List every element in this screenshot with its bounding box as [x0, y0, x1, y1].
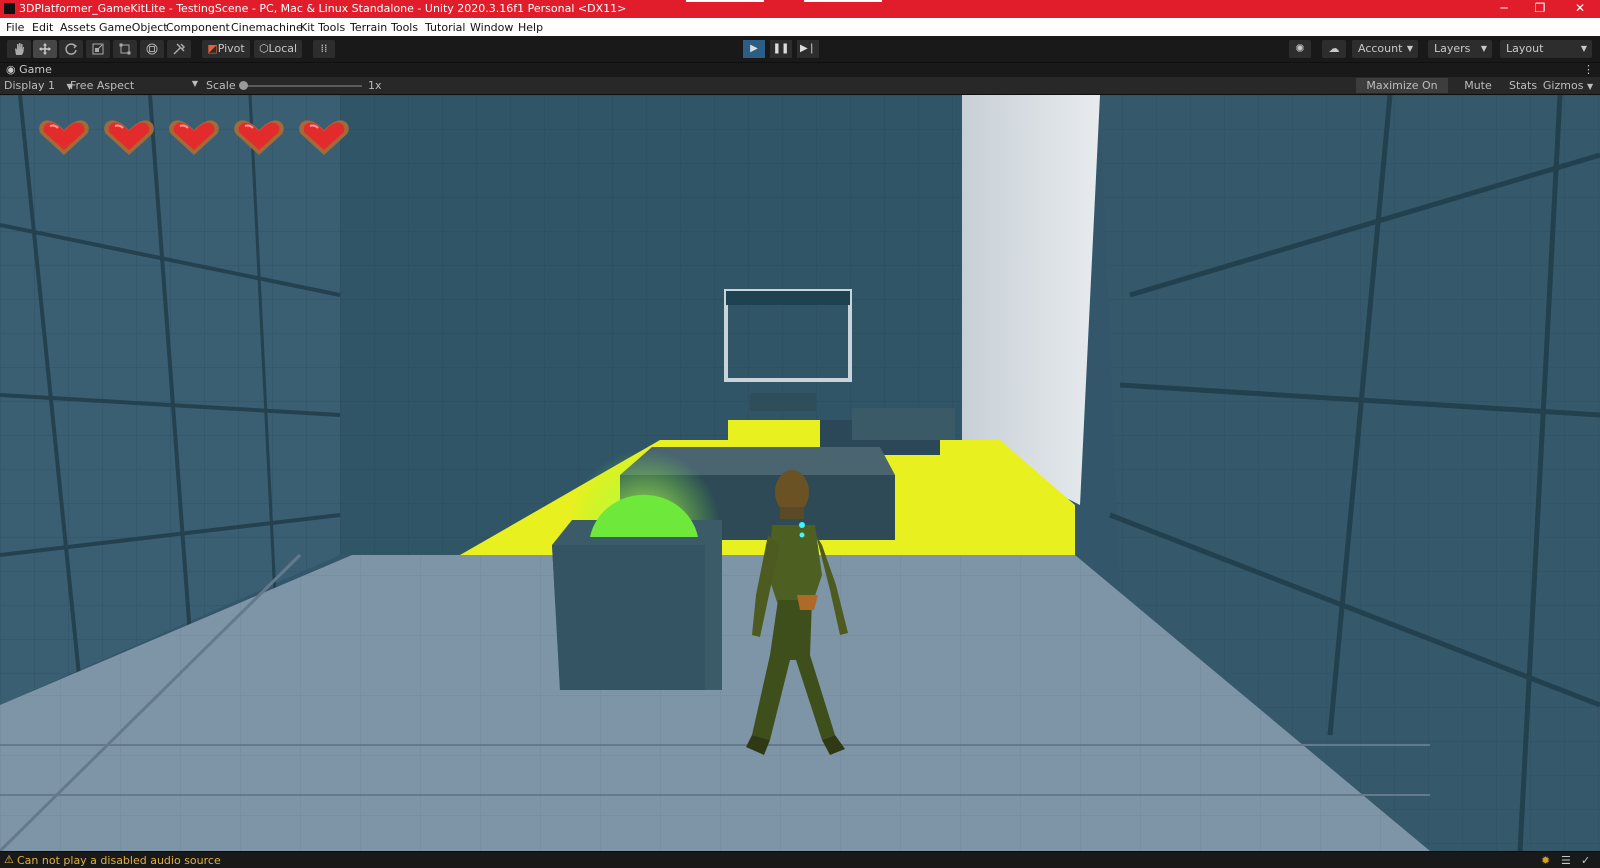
local-space-icon: ⬡	[258, 42, 269, 55]
menu-kit-tools[interactable]: Kit Tools	[300, 21, 345, 34]
aspect-label: Free Aspect	[70, 79, 135, 92]
menu-window[interactable]: Window	[470, 21, 513, 34]
window-titlebar: 3DPlatformer_GameKitLite - TestingScene …	[0, 0, 1600, 18]
maximize-on-play-toggle[interactable]: Maximize On Play	[1356, 78, 1448, 107]
menu-terrain[interactable]: Terrain	[350, 21, 387, 34]
close-button[interactable]: ✕	[1562, 0, 1598, 18]
game-viewport[interactable]	[0, 95, 1600, 851]
chevron-down-icon: ▼	[1586, 82, 1594, 91]
menu-file[interactable]: File	[6, 21, 24, 34]
play-icon: ▶	[750, 43, 758, 54]
pause-icon: ❚❚	[772, 43, 790, 54]
heart-icon	[104, 120, 154, 155]
pivot-icon: ◩	[207, 42, 218, 55]
titlebar-accent-mark	[804, 0, 882, 2]
aspect-dropdown[interactable]: Free Aspect ▼	[70, 79, 198, 92]
menu-tutorial[interactable]: Tutorial	[425, 21, 465, 34]
transform-tool-icon[interactable]	[140, 40, 164, 58]
menu-bar: File Edit Assets GameObject Component Ci…	[0, 18, 1600, 36]
account-label: Account	[1358, 42, 1403, 55]
menu-component[interactable]: Component	[166, 21, 230, 34]
heart-icon	[299, 120, 349, 155]
cloud-button[interactable]: ☁	[1322, 40, 1346, 58]
chevron-down-icon: ▼	[1406, 44, 1413, 53]
local-toggle-button[interactable]: ⬡Local	[254, 40, 302, 58]
local-label: Local	[268, 42, 298, 55]
cache-server-icon[interactable]: ☰	[1561, 854, 1573, 867]
progress-check-icon[interactable]: ✓	[1581, 854, 1593, 867]
game-tab-bar: ◉ Game ⋮	[0, 62, 1600, 77]
grid-snap-icon: ⁞⁞	[320, 42, 328, 55]
bug-icon[interactable]: ✹	[1541, 854, 1553, 867]
titlebar-accent-mark	[686, 0, 764, 2]
hand-tool-icon[interactable]	[7, 40, 31, 58]
grid-snap-button[interactable]: ⁞⁞	[313, 40, 335, 58]
layout-label: Layout	[1506, 42, 1544, 55]
tab-menu-icon[interactable]: ⋮	[1583, 63, 1594, 76]
menu-tools[interactable]: Tools	[391, 21, 418, 34]
chevron-down-icon: ▼	[1480, 44, 1487, 53]
heart-icon	[234, 120, 284, 155]
layout-dropdown[interactable]: Layout ▼	[1500, 40, 1592, 58]
restore-button[interactable]: ❐	[1522, 0, 1558, 18]
heart-icon	[39, 120, 89, 155]
step-platform	[852, 408, 955, 440]
mute-audio-toggle[interactable]: Mute Audio	[1450, 78, 1506, 107]
unity-logo-icon	[4, 3, 15, 14]
scale-value: 1x	[368, 79, 382, 92]
rect-tool-icon[interactable]	[113, 40, 137, 58]
layers-label: Layers	[1434, 42, 1471, 55]
step-icon: ▶❘	[799, 43, 817, 54]
game-scene	[0, 95, 1600, 851]
minimize-button[interactable]: ─	[1486, 0, 1522, 18]
game-view-toolbar: Display 1 ▼ Free Aspect ▼ Scale 1x Maximi…	[0, 77, 1600, 107]
gizmos-label: Gizmos	[1542, 79, 1584, 92]
scale-tool-icon[interactable]	[86, 40, 110, 58]
menu-help[interactable]: Help	[518, 21, 543, 34]
pause-button[interactable]: ❚❚	[770, 40, 792, 58]
rotate-tool-icon[interactable]	[59, 40, 83, 58]
tab-game[interactable]: ◉ Game	[6, 63, 52, 76]
main-toolbar: ◩Pivot ⬡Local ⁞⁞ ▶ ❚❚ ▶❘ ✺ ☁ Account ▼ La…	[0, 36, 1600, 62]
cloud-icon: ☁	[1328, 42, 1340, 55]
console-message[interactable]: Can not play a disabled audio source	[17, 854, 221, 867]
scale-label: Scale	[206, 79, 236, 92]
layers-dropdown[interactable]: Layers ▼	[1428, 40, 1492, 58]
scale-slider-handle[interactable]	[239, 81, 248, 90]
window-title: 3DPlatformer_GameKitLite - TestingScene …	[19, 2, 627, 15]
stats-toggle[interactable]: Stats	[1509, 78, 1537, 93]
chevron-down-icon: ▼	[1580, 44, 1587, 53]
menu-edit[interactable]: Edit	[32, 21, 53, 34]
custom-tool-icon[interactable]	[167, 40, 191, 58]
status-bar: ⚠ Can not play a disabled audio source ✹…	[0, 851, 1600, 868]
collab-button[interactable]: ✺	[1289, 40, 1311, 58]
menu-gameobject[interactable]: GameObject	[99, 21, 168, 34]
menu-assets[interactable]: Assets	[60, 21, 96, 34]
step-button[interactable]: ▶❘	[797, 40, 819, 58]
move-tool-icon[interactable]	[33, 40, 57, 58]
menu-cinemachine[interactable]: Cinemachine	[231, 21, 303, 34]
tab-game-label: Game	[19, 63, 52, 76]
chevron-down-icon: ▼	[191, 79, 198, 88]
display-dropdown[interactable]: Display 1 ▼	[4, 79, 73, 92]
gizmos-dropdown[interactable]: Gizmos ▼	[1540, 78, 1596, 93]
display-label: Display 1	[4, 79, 56, 92]
gamepad-icon: ◉	[6, 63, 16, 76]
heart-icon	[169, 120, 219, 155]
sun-icon: ✺	[1295, 42, 1305, 55]
play-button[interactable]: ▶	[743, 40, 765, 58]
small-platform	[750, 393, 816, 411]
account-dropdown[interactable]: Account ▼	[1352, 40, 1418, 58]
scale-slider[interactable]	[239, 81, 362, 90]
pivot-toggle-button[interactable]: ◩Pivot	[202, 40, 250, 58]
warning-icon: ⚠	[4, 853, 14, 866]
pivot-label: Pivot	[217, 42, 245, 55]
